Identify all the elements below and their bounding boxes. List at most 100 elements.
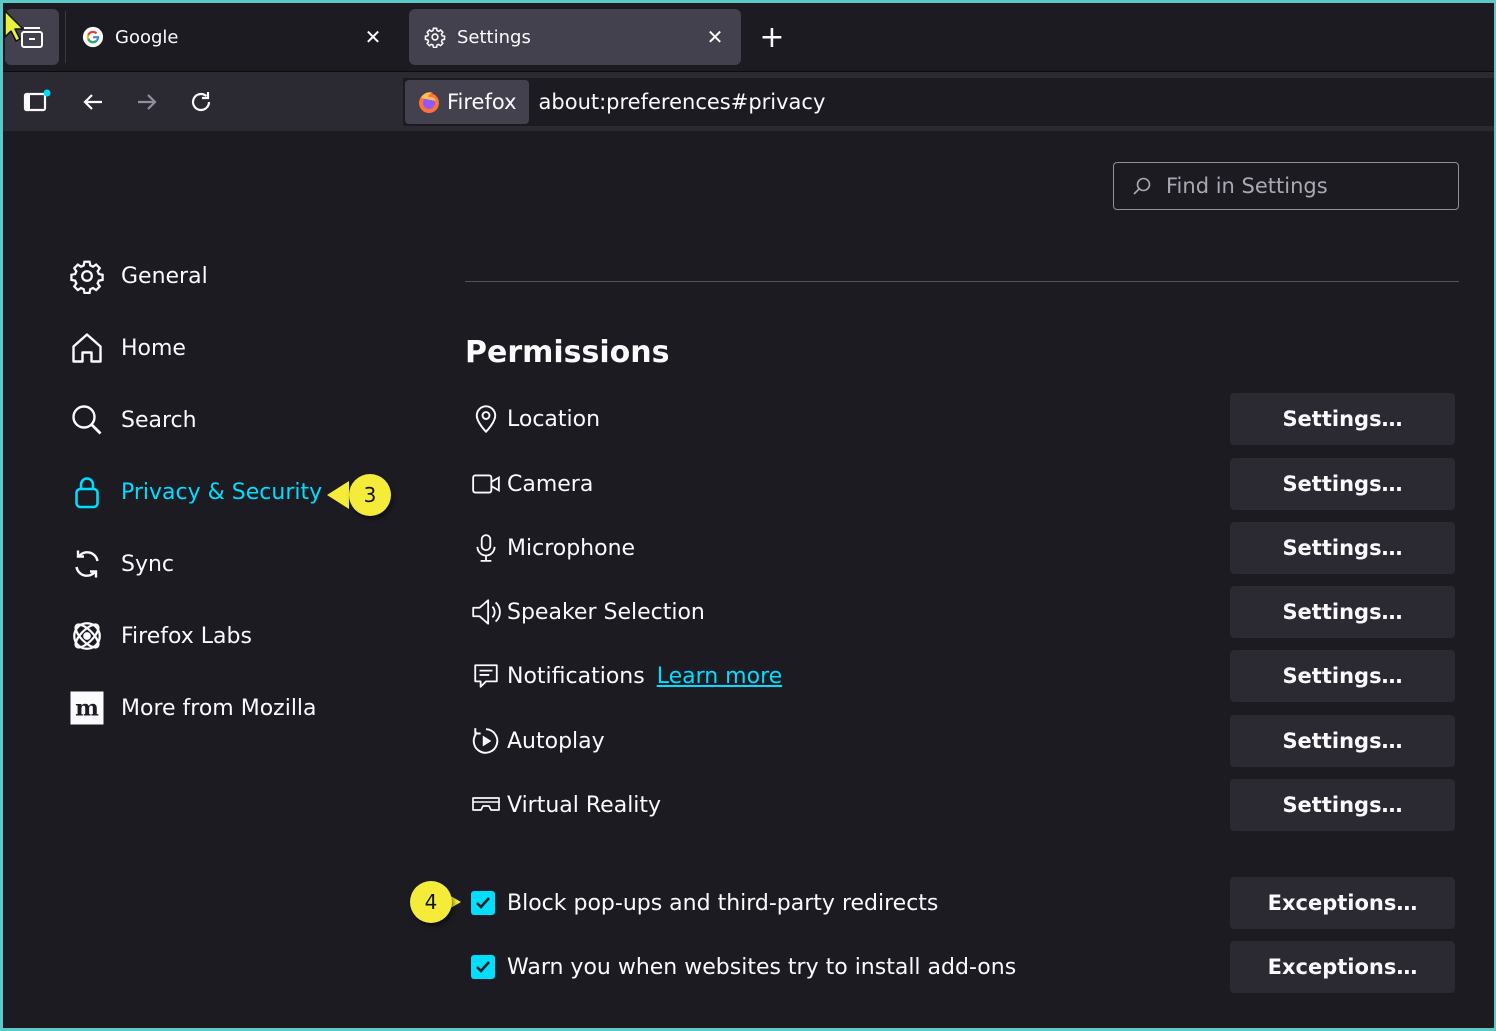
location-pin-icon: [469, 402, 503, 436]
addons-exceptions-button[interactable]: Exceptions…: [1230, 941, 1455, 993]
sidebar-item-label: Privacy & Security: [121, 479, 323, 505]
permission-label: Camera: [507, 471, 594, 497]
autoplay-icon: [469, 724, 503, 758]
warn-addons-row: Warn you when websites try to install ad…: [469, 941, 1455, 993]
permission-label: Autoplay: [507, 728, 605, 754]
permission-row-microphone: Microphone Settings…: [469, 522, 1455, 574]
autoplay-settings-button[interactable]: Settings…: [1230, 715, 1455, 767]
tab-strip: Google ✕ Settings ✕ +: [3, 3, 1494, 71]
step-callout-3: 3: [327, 474, 393, 516]
reload-button[interactable]: [181, 82, 221, 122]
permission-label: Microphone: [507, 535, 636, 561]
sidebar-item-label: Sync: [121, 551, 175, 577]
permissions-heading: Permissions: [465, 335, 670, 370]
search-icon: [1133, 177, 1151, 195]
find-in-settings-field[interactable]: [1113, 162, 1459, 210]
navigation-toolbar: Firefox about:preferences#privacy: [3, 71, 1494, 131]
permission-row-speaker-selection: Speaker Selection Settings…: [469, 586, 1455, 638]
search-icon: [67, 400, 107, 440]
notification-icon: [469, 659, 503, 693]
permission-row-virtual-reality: Virtual Reality Settings…: [469, 779, 1455, 831]
tab-title: Google: [115, 26, 179, 48]
identity-label: Firefox: [447, 90, 517, 114]
step-callout-4: 4: [397, 881, 465, 923]
close-icon[interactable]: ✕: [703, 25, 727, 49]
speaker-icon: [469, 595, 503, 629]
forward-arrow-icon: [138, 94, 157, 110]
tab-google[interactable]: Google ✕: [67, 9, 399, 65]
tab-separator: [65, 11, 66, 63]
sidebar-item-search[interactable]: Search: [67, 390, 197, 450]
firefox-logo-icon: [419, 92, 439, 113]
back-arrow-icon: [83, 94, 102, 110]
sidebar-item-general[interactable]: General: [67, 246, 208, 306]
camera-settings-button[interactable]: Settings…: [1230, 458, 1455, 510]
home-icon: [67, 328, 107, 368]
camera-icon: [469, 467, 503, 501]
reload-icon: [191, 92, 211, 112]
tab-settings[interactable]: Settings ✕: [409, 9, 741, 65]
mouse-cursor-icon: [4, 10, 24, 42]
location-settings-button[interactable]: Settings…: [1230, 393, 1455, 445]
svg-text:m: m: [75, 696, 99, 722]
search-input[interactable]: [1166, 174, 1436, 198]
tab-title: Settings: [457, 26, 531, 48]
google-icon: [81, 25, 105, 49]
labs-icon: [67, 616, 107, 656]
sync-icon: [67, 544, 107, 584]
checkmark-icon: [476, 961, 490, 973]
callout-pointer: [327, 481, 349, 509]
plus-icon: +: [759, 20, 785, 55]
permission-row-location: Location Settings…: [469, 393, 1455, 445]
block-popups-checkbox[interactable]: [471, 891, 495, 915]
settings-page: General Home Search Privacy & Security: [3, 131, 1494, 1028]
speaker-settings-button[interactable]: Settings…: [1230, 586, 1455, 638]
vr-headset-icon: [469, 788, 503, 822]
permission-row-autoplay: Autoplay Settings…: [469, 715, 1455, 767]
identity-box[interactable]: Firefox: [405, 80, 529, 124]
permission-label: Notifications: [507, 663, 645, 689]
url-bar[interactable]: Firefox about:preferences#privacy: [403, 78, 1494, 126]
microphone-icon: [469, 531, 503, 565]
sidebar-item-label: General: [121, 263, 208, 289]
permission-row-camera: Camera Settings…: [469, 458, 1455, 510]
microphone-settings-button[interactable]: Settings…: [1230, 522, 1455, 574]
permission-label: Virtual Reality: [507, 792, 662, 818]
sidebar-item-label: Home: [121, 335, 186, 361]
url-text[interactable]: about:preferences#privacy: [539, 90, 826, 114]
browser-window: Google ✕ Settings ✕ + Firefox about:pref…: [0, 0, 1496, 1031]
back-button[interactable]: [73, 82, 113, 122]
block-popups-row: Block pop-ups and third-party redirects …: [469, 877, 1455, 929]
sidebar-item-firefox-labs[interactable]: Firefox Labs: [67, 606, 252, 666]
mozilla-icon: m: [67, 688, 107, 728]
sidebar-button[interactable]: [17, 82, 57, 122]
sidebar-item-label: More from Mozilla: [121, 695, 317, 721]
permission-label: Location: [507, 406, 601, 432]
new-tab-button[interactable]: +: [755, 21, 789, 55]
permission-label: Speaker Selection: [507, 599, 705, 625]
gear-icon: [423, 25, 447, 49]
block-popups-label[interactable]: Block pop-ups and third-party redirects: [507, 877, 938, 929]
sidebar-item-more-from-mozilla[interactable]: m More from Mozilla: [67, 678, 317, 738]
sidebar-item-home[interactable]: Home: [67, 318, 186, 378]
lock-icon: [67, 472, 107, 512]
sidebar-item-privacy-security[interactable]: Privacy & Security: [67, 462, 322, 522]
sidebar-item-label: Search: [121, 407, 197, 433]
callout-number: 4: [410, 881, 452, 923]
learn-more-link[interactable]: Learn more: [657, 664, 782, 689]
callout-number: 3: [349, 474, 391, 516]
warn-addons-checkbox[interactable]: [471, 955, 495, 979]
close-icon[interactable]: ✕: [361, 25, 385, 49]
section-divider: [465, 281, 1459, 282]
warn-addons-label[interactable]: Warn you when websites try to install ad…: [507, 941, 1016, 993]
sidebar-icon: [23, 89, 51, 112]
permission-row-notifications: Notifications Learn more Settings…: [469, 650, 1455, 702]
notifications-settings-button[interactable]: Settings…: [1230, 650, 1455, 702]
forward-button[interactable]: [127, 82, 167, 122]
sidebar-item-label: Firefox Labs: [121, 623, 252, 649]
vr-settings-button[interactable]: Settings…: [1230, 779, 1455, 831]
sidebar-item-sync[interactable]: Sync: [67, 534, 174, 594]
gear-icon: [67, 256, 107, 296]
popups-exceptions-button[interactable]: Exceptions…: [1230, 877, 1455, 929]
checkmark-icon: [476, 897, 490, 909]
